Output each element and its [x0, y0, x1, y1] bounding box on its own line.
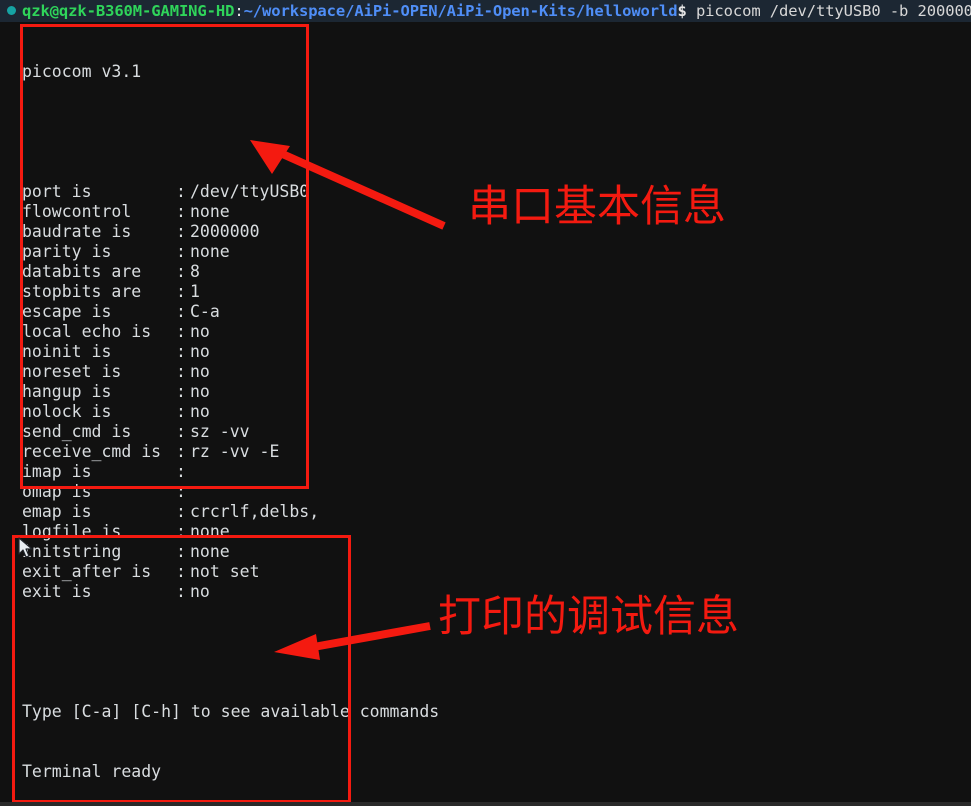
serial-param-value: no [190, 582, 210, 601]
annotation-serial-info-label: 串口基本信息 [468, 182, 726, 232]
serial-param-key: port is [22, 182, 92, 201]
serial-param-key: imap is [22, 462, 92, 481]
serial-param-value: no [190, 402, 210, 421]
serial-param-key: databits are [22, 262, 142, 281]
serial-param-value: none [190, 522, 230, 541]
serial-param-row: stopbits are:1 [0, 282, 971, 302]
serial-param-separator: : [176, 482, 186, 501]
serial-param-row: initstring: none [0, 542, 971, 562]
serial-param-separator: : [176, 562, 186, 581]
serial-param-row: receive_cmd is: rz -vv -E [0, 442, 971, 462]
annotation-debug-log-label: 打印的调试信息 [438, 592, 739, 642]
serial-param-value: rz -vv -E [190, 442, 280, 461]
serial-param-key: exit is [22, 582, 92, 601]
serial-param-key: flowcontrol [22, 202, 132, 221]
serial-param-value: no [190, 362, 210, 381]
serial-param-separator: : [176, 442, 186, 461]
serial-param-row: imap is: [0, 462, 971, 482]
serial-param-key: parity is [22, 242, 112, 261]
serial-param-row: parity is: none [0, 242, 971, 262]
serial-param-key: noinit is [22, 342, 112, 361]
serial-param-value: 8 [190, 262, 200, 281]
prompt-command: picocom /dev/ttyUSB0 -b 2000000 [686, 2, 971, 20]
serial-param-key: logfile is [22, 522, 122, 541]
serial-param-separator: : [176, 222, 186, 241]
serial-param-row: emap is: crcrlf,delbs, [0, 502, 971, 522]
serial-param-key: noreset is [22, 362, 122, 381]
serial-param-row: databits are:8 [0, 262, 971, 282]
serial-param-value: crcrlf,delbs, [190, 502, 320, 521]
serial-param-separator: : [176, 582, 186, 601]
serial-param-separator: : [176, 342, 186, 361]
prompt-dollar: $ [677, 2, 687, 20]
serial-param-value: none [190, 202, 230, 221]
shell-prompt-bar: qzk@qzk-B360M-GAMING-HD:~/workspace/AiPi… [0, 0, 971, 22]
serial-param-value: no [190, 342, 210, 361]
serial-param-key: nolock is [22, 402, 112, 421]
terminal-ready-line: Terminal ready [22, 762, 162, 781]
prompt-user-host: qzk@qzk-B360M-GAMING-HD [22, 2, 235, 20]
serial-param-key: local echo is [22, 322, 152, 341]
serial-param-key: escape is [22, 302, 112, 321]
serial-param-separator: : [176, 182, 186, 201]
serial-param-separator: : [176, 542, 186, 561]
serial-param-key: hangup is [22, 382, 112, 401]
serial-param-separator: : [176, 382, 186, 401]
serial-param-key: baudrate is [22, 222, 132, 241]
serial-param-value: /dev/ttyUSB0 [190, 182, 310, 201]
serial-param-separator: : [176, 242, 186, 261]
prompt-path: ~/workspace/AiPi-OPEN/AiPi-Open-Kits/hel… [243, 2, 678, 20]
serial-param-value: none [190, 242, 230, 261]
serial-param-row: send_cmd is: sz -vv [0, 422, 971, 442]
serial-param-value: not set [190, 562, 260, 581]
serial-param-row: exit_after is: not set [0, 562, 971, 582]
serial-param-key: send_cmd is [22, 422, 132, 441]
serial-param-value: no [190, 382, 210, 401]
teal-dot-icon [7, 6, 16, 15]
serial-param-value: none [190, 542, 230, 561]
prompt-colon: : [234, 2, 244, 20]
serial-param-separator: : [176, 462, 186, 481]
terminal-output[interactable]: picocom v3.1 port is:/dev/ttyUSB0 flowcon… [0, 22, 971, 802]
serial-param-row: local echo is: no [0, 322, 971, 342]
help-hint-line: Type [C-a] [C-h] to see available comman… [22, 702, 440, 721]
serial-param-value: 1 [190, 282, 200, 301]
serial-param-row: hangup is: no [0, 382, 971, 402]
serial-param-key: exit_after is [22, 562, 152, 581]
serial-param-separator: : [176, 522, 186, 541]
serial-param-row: noinit is: no [0, 342, 971, 362]
serial-param-row: logfile is: none [0, 522, 971, 542]
serial-param-separator: : [176, 362, 186, 381]
serial-param-separator: : [176, 322, 186, 341]
serial-param-key: receive_cmd is [22, 442, 162, 461]
serial-param-separator: : [176, 402, 186, 421]
serial-param-separator: : [176, 202, 186, 221]
serial-param-row: nolock is: no [0, 402, 971, 422]
picocom-version-line: picocom v3.1 [22, 62, 142, 81]
serial-param-row: escape is: C-a [0, 302, 971, 322]
serial-param-separator: : [176, 422, 186, 441]
serial-param-separator: : [176, 502, 186, 521]
serial-param-row: omap is: [0, 482, 971, 502]
window-bottom-edge [0, 802, 971, 806]
serial-param-key: initstring [22, 542, 122, 561]
serial-param-separator: : [176, 262, 186, 281]
serial-param-key: emap is [22, 502, 92, 521]
serial-param-value: no [190, 322, 210, 341]
serial-param-separator: : [176, 302, 186, 321]
serial-param-value: 2000000 [190, 222, 260, 241]
serial-param-separator: : [176, 282, 186, 301]
serial-parameter-list: port is:/dev/ttyUSB0 flowcontrol: none baud… [0, 182, 971, 602]
serial-param-value: sz -vv [190, 422, 250, 441]
serial-param-row: noreset is: no [0, 362, 971, 382]
terminal-window: qzk@qzk-B360M-GAMING-HD:~/workspace/AiPi… [0, 0, 971, 806]
serial-param-key: stopbits are [22, 282, 142, 301]
serial-param-value: C-a [190, 302, 220, 321]
serial-param-key: omap is [22, 482, 92, 501]
mouse-pointer-icon [18, 537, 33, 558]
